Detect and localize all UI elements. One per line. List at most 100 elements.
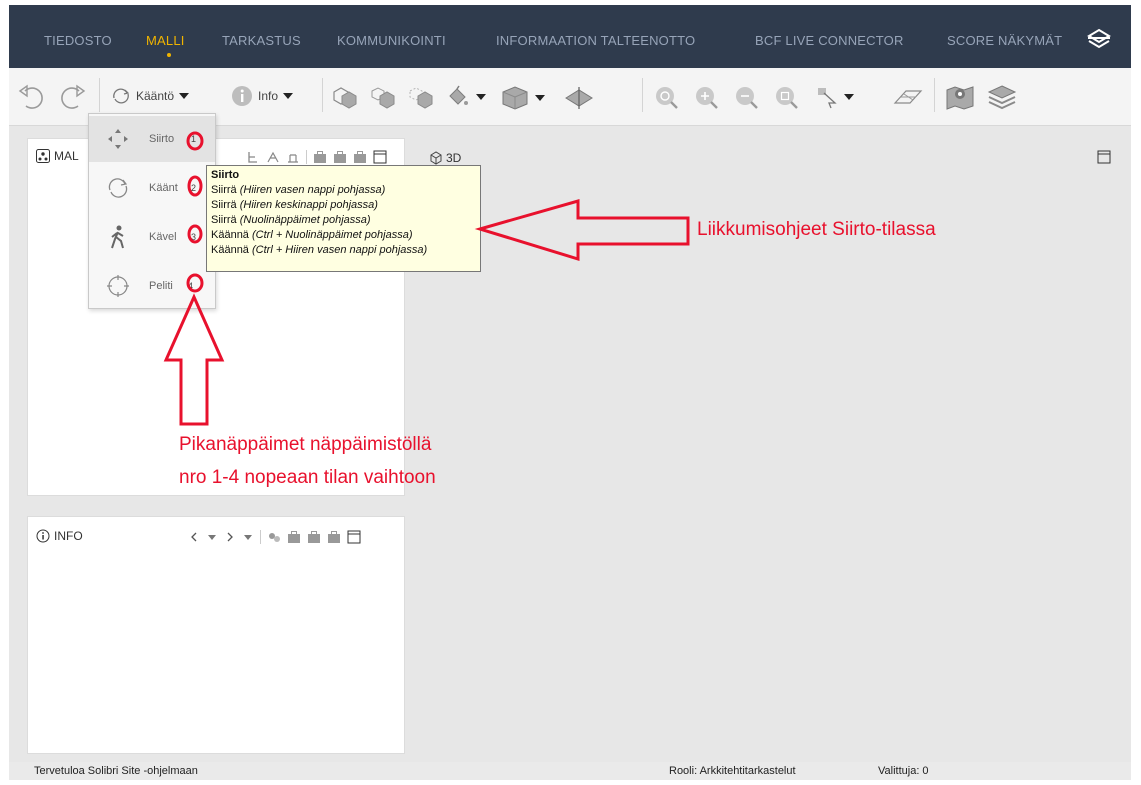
tooltip-line: Siirrä (Hiiren keskinappi pohjassa) <box>211 199 378 211</box>
menu-malli[interactable]: MALLI <box>146 33 185 48</box>
status-role: Rooli: Arkkitehtitarkastelut <box>669 765 796 777</box>
move-arrows-icon <box>108 129 128 149</box>
zoom-all-icon[interactable] <box>653 84 679 110</box>
undo-icon[interactable] <box>17 82 45 110</box>
paint-dropdown[interactable] <box>445 84 486 110</box>
menu-informaation-talteenotto[interactable]: INFORMAATION TALTEENOTTO <box>496 33 695 48</box>
maximize-icon[interactable] <box>1097 150 1111 164</box>
annotation-right-text: Liikkumisohjeet Siirto-tilassa <box>697 219 936 240</box>
model-panel-label: MAL <box>54 149 79 163</box>
mode-item-siirto[interactable]: Siirto 1 <box>89 116 215 162</box>
chevron-down-icon <box>535 95 545 101</box>
top-menu-bar: TIEDOSTO MALLI TARKASTUS KOMMUNIKOINTI I… <box>9 5 1131 68</box>
crosshair-icon <box>107 275 129 297</box>
status-selected-count: Valittuja: 0 <box>878 765 929 777</box>
chevron-down-icon <box>283 93 294 99</box>
tooltip-line: Siirrä (Hiiren vasen nappi pohjassa) <box>211 184 386 196</box>
menu-bcf-live-connector[interactable]: BCF LIVE CONNECTOR <box>755 33 904 48</box>
maximize-icon[interactable] <box>373 150 387 164</box>
select-cursor-icon <box>818 88 837 109</box>
annotation-bottom-line1: Pikanäppäimet näppäimistöllä <box>179 434 432 455</box>
model-tree-icon <box>36 149 50 163</box>
layers-icon[interactable] <box>986 83 1018 111</box>
hierarchy-icon[interactable] <box>246 150 260 164</box>
redo-icon[interactable] <box>59 82 87 110</box>
info-icon <box>232 86 252 106</box>
mode-shortcut: 2 <box>191 183 197 193</box>
status-bar: Tervetuloa Solibri Site -ohjelmaan Rooli… <box>9 762 1131 780</box>
mode-label: Peliti <box>149 280 173 292</box>
map-location-icon[interactable] <box>944 83 976 111</box>
briefcase-icon[interactable] <box>287 530 301 544</box>
isolate-cube-icon[interactable] <box>407 84 435 110</box>
chevron-down-icon <box>844 94 854 100</box>
tooltip-title: Siirto <box>211 169 240 181</box>
menu-kommunikointi[interactable]: KOMMUNIKOINTI <box>337 33 446 48</box>
chevron-right-icon[interactable] <box>224 531 236 543</box>
info-panel-tools <box>188 530 361 544</box>
annotation-bottom-line2: nro 1-4 nopeaan tilan vaihtoon <box>179 467 436 488</box>
mode-item-kavely[interactable]: Kävel 3 <box>89 214 215 260</box>
active-menu-indicator <box>167 53 171 57</box>
briefcase-icon[interactable] <box>327 530 341 544</box>
view-3d-title: 3D <box>429 151 461 165</box>
rotate-mode-label: Kääntö <box>136 89 175 103</box>
cube-outline-icon <box>430 151 442 165</box>
rotate-icon <box>113 88 130 104</box>
properties-icon[interactable] <box>267 530 281 544</box>
mode-item-kaanto[interactable]: Käänt 2 <box>89 165 215 211</box>
zoom-in-icon[interactable] <box>693 84 719 110</box>
mode-label: Kävel <box>149 231 177 243</box>
chevron-down-icon[interactable] <box>242 531 254 543</box>
menu-tiedosto[interactable]: TIEDOSTO <box>44 33 112 48</box>
rotate-icon <box>108 178 128 198</box>
info-icon <box>36 529 50 543</box>
briefcase-icon[interactable] <box>353 150 367 164</box>
chevron-down-icon <box>476 94 486 100</box>
menu-score-nakymat[interactable]: SCORE NÄKYMÄT <box>947 33 1062 48</box>
navigation-mode-menu: Siirto 1 Käänt 2 Kävel 3 Peliti 4 <box>88 113 216 309</box>
cube-icon <box>502 86 528 110</box>
maximize-icon[interactable] <box>347 530 361 544</box>
layers-stack-icon[interactable] <box>1086 28 1112 52</box>
briefcase-icon[interactable] <box>307 530 321 544</box>
hierarchy-collapse-icon[interactable] <box>286 150 300 164</box>
info-panel-title: INFO <box>36 529 83 543</box>
rotate-mode-dropdown[interactable]: Kääntö <box>110 86 190 106</box>
mode-label: Siirto <box>149 133 175 145</box>
mode-label: Käänt <box>149 182 178 194</box>
mode-shortcut: 3 <box>191 232 197 242</box>
chevron-left-icon[interactable] <box>188 531 200 543</box>
info-panel-label: INFO <box>54 529 83 543</box>
section-plane-icon[interactable] <box>562 85 596 111</box>
info-panel: INFO <box>27 516 405 754</box>
cube-dropdown[interactable] <box>500 84 545 112</box>
model-panel-title: MAL <box>36 149 79 163</box>
tooltip-line: Siirrä (Nuolinäppäimet pohjassa) <box>211 214 371 226</box>
info-label: Info <box>258 89 279 103</box>
status-welcome: Tervetuloa Solibri Site -ohjelmaan <box>34 765 198 777</box>
siirto-tooltip: Siirto Siirrä (Hiiren vasen nappi pohjas… <box>206 165 481 272</box>
model-panel-tools <box>246 150 387 164</box>
paint-bucket-icon <box>449 85 468 105</box>
briefcase-icon[interactable] <box>313 150 327 164</box>
chevron-down-icon <box>179 93 190 99</box>
app-window: TIEDOSTO MALLI TARKASTUS KOMMUNIKOINTI I… <box>9 5 1131 780</box>
tooltip-line: Käännä (Ctrl + Hiiren vasen nappi pohjas… <box>211 244 428 256</box>
mode-item-pelitila[interactable]: Peliti 4 <box>89 263 215 309</box>
briefcase-icon[interactable] <box>333 150 347 164</box>
view-3d-label: 3D <box>446 151 462 165</box>
zoom-selected-icon[interactable] <box>773 84 799 110</box>
measure-plane-icon[interactable] <box>892 85 924 109</box>
select-mode-dropdown[interactable] <box>815 85 854 109</box>
tooltip-line: Käännä (Ctrl + Nuolinäppäimet pohjassa) <box>211 229 413 241</box>
info-dropdown[interactable]: Info <box>230 84 294 108</box>
mode-shortcut: 4 <box>188 281 194 291</box>
walk-icon <box>111 225 124 249</box>
show-all-cubes-icon[interactable] <box>331 84 359 110</box>
hierarchy-expand-icon[interactable] <box>266 150 280 164</box>
menu-tarkastus[interactable]: TARKASTUS <box>222 33 301 48</box>
zoom-out-icon[interactable] <box>733 84 759 110</box>
chevron-down-icon[interactable] <box>206 531 218 543</box>
hide-cubes-icon[interactable] <box>369 84 397 110</box>
